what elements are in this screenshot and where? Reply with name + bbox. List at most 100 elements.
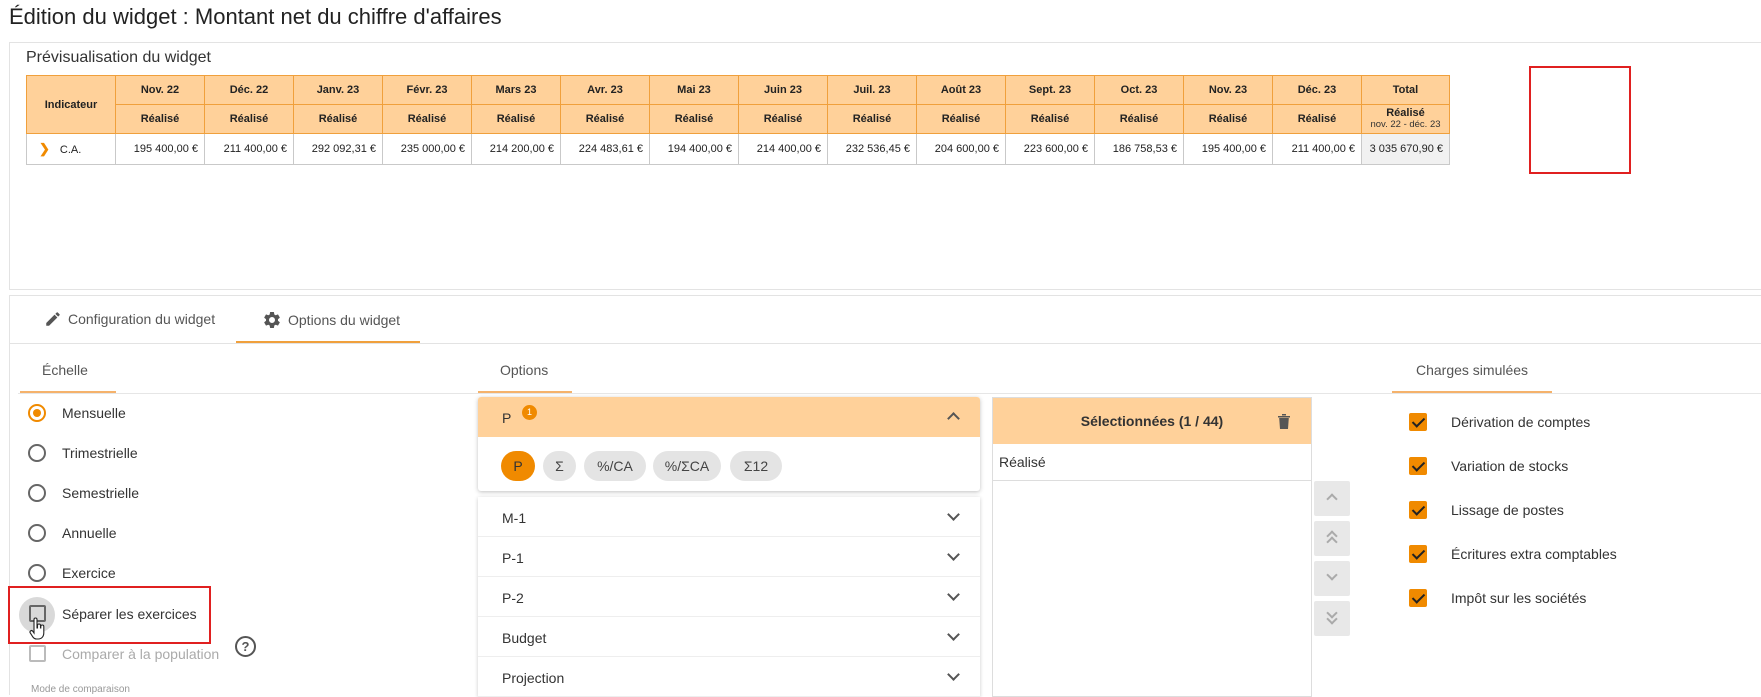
total-value-cell: 3 035 670,90 €: [1361, 133, 1450, 165]
accordion-item-budget[interactable]: Budget: [478, 617, 980, 657]
tab-configuration-label: Configuration du widget: [68, 311, 216, 327]
accordion-list: M-1 P-1 P-2 Budget Projection: [478, 497, 980, 697]
tab-configuration[interactable]: Configuration du widget: [44, 310, 215, 328]
move-up-button[interactable]: [1314, 481, 1350, 516]
move-bottom-button[interactable]: [1314, 601, 1350, 636]
selected-list-title: Sélectionnées (1 / 44): [1080, 413, 1224, 429]
chevron-down-icon[interactable]: [947, 588, 960, 601]
trash-icon[interactable]: [1277, 413, 1291, 429]
selected-item-label: Réalisé: [999, 454, 1046, 470]
compare-population-checkbox: [29, 645, 46, 662]
charge-option[interactable]: Variation de stocks: [1409, 457, 1568, 475]
accordion-item-m1[interactable]: M-1: [478, 497, 980, 537]
accordion-item-label: M-1: [502, 510, 527, 526]
header-row-months: Indicateur Nov. 22 Déc. 22 Janv. 23 Févr…: [26, 75, 1450, 134]
accordion-item-label: P-1: [502, 550, 524, 566]
pencil-icon: [46, 312, 60, 326]
pill-sigma-12[interactable]: Σ12: [730, 451, 782, 481]
accordion-item-p1[interactable]: P-1: [478, 537, 980, 577]
chevron-up-icon[interactable]: [947, 412, 960, 425]
charges-section-title: Charges simulées: [1416, 362, 1529, 378]
help-icon[interactable]: ?: [235, 636, 256, 657]
radio-button[interactable]: [28, 524, 46, 542]
checkbox-checked[interactable]: [1409, 457, 1427, 475]
accordion-item-projection[interactable]: Projection: [478, 657, 980, 697]
sub-header: Réalisé: [649, 104, 739, 134]
checkbox-checked[interactable]: [1409, 413, 1427, 431]
pill-percent-sigma-ca[interactable]: %/ΣCA: [653, 451, 721, 481]
radio-trimestrielle[interactable]: Trimestrielle: [28, 444, 138, 462]
tab-options[interactable]: Options du widget: [262, 310, 400, 330]
move-down-button[interactable]: [1314, 561, 1350, 596]
value-cell: 292 092,31 €: [293, 133, 383, 165]
chevron-down-icon[interactable]: [947, 628, 960, 641]
chevron-down-icon[interactable]: [947, 548, 960, 561]
chevron-down-icon[interactable]: [947, 668, 960, 681]
sub-header: Réalisé: [560, 104, 650, 134]
accordion-item-p2[interactable]: P-2: [478, 577, 980, 617]
radio-button[interactable]: [28, 484, 46, 502]
compare-population-label: Comparer à la population: [62, 645, 220, 662]
charge-option-label: Variation de stocks: [1451, 458, 1569, 474]
preview-title: Prévisualisation du widget: [26, 49, 211, 66]
month-header: Juil. 23: [827, 75, 917, 105]
tab-options-label: Options du widget: [288, 312, 401, 328]
accordion-p-header[interactable]: P 1: [478, 397, 980, 437]
sub-header: Réalisé: [1005, 104, 1095, 134]
month-header: Oct. 23: [1094, 75, 1184, 105]
radio-label: Annuelle: [62, 525, 117, 541]
separate-exercises-option[interactable]: Séparer les exercices: [29, 605, 197, 622]
radio-button[interactable]: [28, 564, 46, 582]
value-cell: 204 600,00 €: [916, 133, 1006, 165]
row-indicator[interactable]: ❯ C.A.: [26, 133, 116, 165]
gear-icon: [264, 311, 280, 328]
move-top-button[interactable]: [1314, 521, 1350, 556]
notification-badge: 1: [522, 405, 537, 420]
preview-table: Indicateur Nov. 22 Déc. 22 Janv. 23 Févr…: [26, 75, 1450, 165]
checkbox-checked[interactable]: [1409, 589, 1427, 607]
pill-sigma[interactable]: Σ: [543, 451, 576, 481]
hand-cursor-icon: [29, 617, 45, 640]
value-cell: 214 400,00 €: [738, 133, 828, 165]
charge-option[interactable]: Écritures extra comptables: [1409, 545, 1617, 563]
month-header: Déc. 23: [1272, 75, 1362, 105]
checkbox-checked[interactable]: [1409, 501, 1427, 519]
header-row-sub: Réalisé Réalisé Réalisé Réalisé Réalisé …: [27, 104, 1450, 134]
radio-button-checked[interactable]: [28, 404, 46, 422]
page-title: Édition du widget : Montant net du chiff…: [9, 4, 502, 29]
selected-list-item[interactable]: Réalisé: [993, 444, 1311, 481]
radio-exercice[interactable]: Exercice: [28, 564, 116, 582]
total-sub-label: Réalisé: [1386, 107, 1425, 119]
month-header: Juin 23: [738, 75, 828, 105]
pill-percent-ca[interactable]: %/CA: [584, 451, 646, 481]
sub-header: Réalisé: [827, 104, 917, 134]
month-header: Avr. 23: [560, 75, 650, 105]
sub-header: Réalisé: [382, 104, 472, 134]
total-header: Total: [1361, 75, 1450, 105]
value-cell: 224 483,61 €: [560, 133, 650, 165]
radio-semestrielle[interactable]: Semestrielle: [28, 484, 139, 502]
radio-label: Exercice: [62, 565, 116, 581]
options-section-title: Options: [500, 362, 549, 378]
accordion-item-label: Projection: [502, 670, 565, 686]
sub-header: Réalisé: [293, 104, 383, 134]
accordion-item-label: P-2: [502, 590, 524, 606]
pill-p[interactable]: P: [501, 451, 535, 481]
accordion-item-label: Budget: [502, 630, 547, 646]
row-label: C.A.: [59, 144, 82, 156]
month-header: Nov. 23: [1183, 75, 1273, 105]
sub-header: Réalisé: [471, 104, 561, 134]
value-cell: 186 758,53 €: [1094, 133, 1184, 165]
comparison-mode-label: Mode de comparaison: [31, 684, 130, 695]
charge-option[interactable]: Dérivation de comptes: [1409, 413, 1590, 431]
radio-label: Mensuelle: [62, 405, 126, 421]
charge-option[interactable]: Impôt sur les sociétés: [1409, 589, 1586, 607]
chevron-right-icon[interactable]: ❯: [39, 141, 50, 156]
radio-annuelle[interactable]: Annuelle: [28, 524, 117, 542]
radio-mensuelle[interactable]: Mensuelle: [28, 404, 126, 422]
checkbox-checked[interactable]: [1409, 545, 1427, 563]
charge-option[interactable]: Lissage de postes: [1409, 501, 1564, 519]
chevron-down-icon[interactable]: [947, 508, 960, 521]
charge-option-label: Lissage de postes: [1451, 502, 1564, 518]
radio-button[interactable]: [28, 444, 46, 462]
